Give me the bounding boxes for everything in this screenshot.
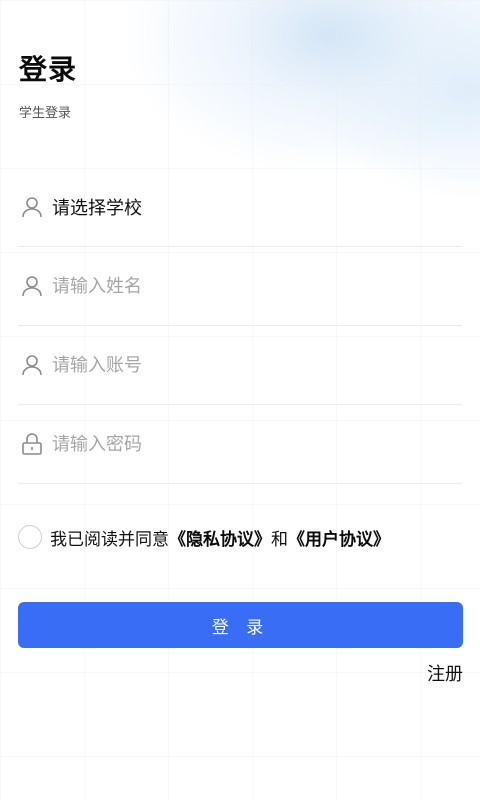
privacy-agreement-link[interactable]: 《隐私协议》 bbox=[169, 525, 271, 550]
login-button[interactable]: 登 录 bbox=[18, 602, 463, 648]
register-link[interactable]: 注册 bbox=[427, 660, 463, 686]
page-subtitle: 学生登录 bbox=[19, 106, 72, 121]
user-agreement-link[interactable]: 《用户协议》 bbox=[288, 525, 390, 550]
password-field-row bbox=[18, 405, 462, 484]
lock-icon bbox=[18, 430, 46, 458]
school-select-value: 请选择学校 bbox=[52, 198, 142, 219]
agreement-checkbox[interactable] bbox=[18, 525, 42, 549]
page-title: 登录 bbox=[19, 53, 78, 86]
user-icon bbox=[18, 193, 46, 221]
school-select[interactable]: 请选择学校 bbox=[18, 168, 462, 247]
user-icon bbox=[18, 272, 46, 300]
agreement-prefix: 我已阅读并同意 bbox=[50, 529, 169, 550]
account-field-row bbox=[18, 326, 462, 405]
account-input[interactable] bbox=[52, 354, 432, 376]
password-input[interactable] bbox=[52, 433, 432, 455]
name-input[interactable] bbox=[52, 275, 432, 297]
name-field-row bbox=[18, 247, 462, 326]
agreement-row: 我已阅读并同意 《隐私协议》 和 《用户协议》 bbox=[18, 522, 390, 552]
user-icon bbox=[18, 351, 46, 379]
login-page: 登录 学生登录 请选择学校 请输入姓名 请输入账号 我已阅读并同意 《隐私协议》… bbox=[0, 0, 480, 800]
agreement-conjunction: 和 bbox=[271, 529, 288, 550]
